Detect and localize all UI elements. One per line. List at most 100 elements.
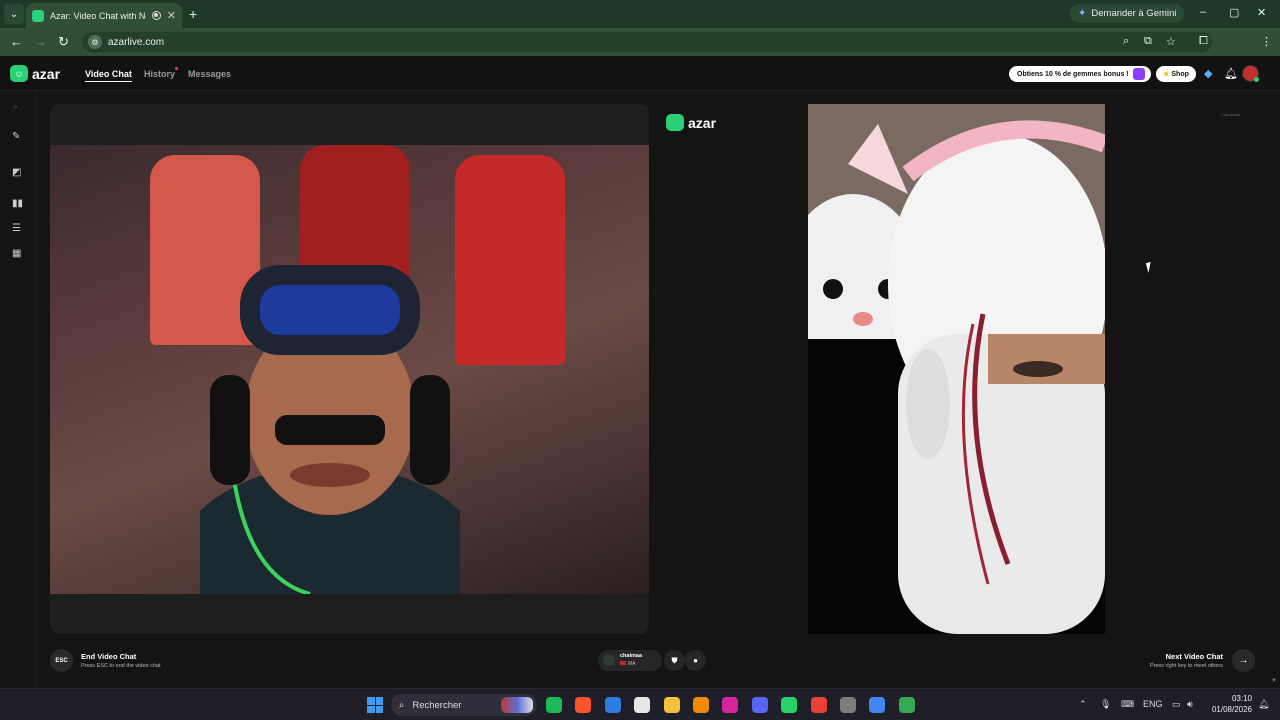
maximize-button[interactable]: ▢ xyxy=(1229,6,1239,19)
end-chat-hint: Press ESC to end the video chat xyxy=(81,663,161,669)
chrome-3-icon[interactable] xyxy=(898,697,915,713)
instagram-icon[interactable] xyxy=(722,697,739,713)
language-indicator[interactable]: ENG xyxy=(1143,699,1163,709)
microphone-icon[interactable]: 🎙︎ xyxy=(1100,699,1111,710)
browser-menu-icon[interactable]: ⋮ xyxy=(1261,35,1272,48)
browser-tab-strip: ⌄ Azar: Video Chat with New ✕ + ✦ Demand… xyxy=(0,0,1280,28)
peer-profile-chip[interactable]: chaimaa MA xyxy=(598,650,662,671)
spotify-icon[interactable] xyxy=(546,697,562,713)
scroll-down-arrow-icon[interactable]: ▼ xyxy=(1271,678,1277,684)
back-icon[interactable]: ← xyxy=(10,34,23,49)
peer-country: MA xyxy=(620,661,636,667)
azar-logo[interactable]: ☺ azar xyxy=(10,65,60,82)
clock-time: 03:10 xyxy=(1231,694,1252,703)
magic-wand-icon[interactable]: ✎ xyxy=(12,131,20,142)
reload-icon[interactable]: ↻ xyxy=(58,34,69,50)
end-chat-button[interactable]: ESC xyxy=(50,649,73,672)
opera-icon[interactable] xyxy=(840,697,856,713)
morocco-flag-icon xyxy=(620,661,626,665)
chat-bubble-icon: ● xyxy=(693,656,698,665)
next-chat-title: Next Video Chat xyxy=(1165,652,1223,661)
shield-app-icon[interactable] xyxy=(604,697,621,713)
shop-label: Shop xyxy=(1171,70,1189,78)
discord-icon[interactable] xyxy=(751,697,768,713)
self-video-panel xyxy=(50,104,649,634)
search-highlight-image xyxy=(501,697,533,713)
cast-icon[interactable]: ⧉ xyxy=(1144,35,1152,48)
end-chat-title: End Video Chat xyxy=(81,652,137,661)
nav-video-chat[interactable]: Video Chat xyxy=(85,69,132,82)
left-toolbar: » ✎ ◩ ▮▮ ☰ ▦ xyxy=(0,91,36,688)
show-hidden-icons[interactable]: ⌃ xyxy=(1079,699,1087,710)
volume-icon[interactable]: 🔊︎ xyxy=(1187,699,1193,710)
history-notification-dot xyxy=(175,67,178,70)
url-text: azarlive.com xyxy=(108,36,165,48)
gemini-icon: ✦ xyxy=(1078,8,1087,19)
bell-icon[interactable]: 🔔︎ xyxy=(1224,67,1238,80)
chrome-icon[interactable] xyxy=(810,697,827,713)
shop-button[interactable]: ★ Shop xyxy=(1156,66,1196,82)
nav-messages[interactable]: Messages xyxy=(188,69,231,79)
taskbar-search[interactable]: ⌕ Rechercher xyxy=(391,694,537,716)
report-button[interactable]: ⛊ xyxy=(664,650,685,671)
forward-icon[interactable]: → xyxy=(34,34,47,49)
url-field[interactable]: ⚙ azarlive.com xyxy=(82,32,1212,52)
chrome-2-icon[interactable] xyxy=(869,697,886,713)
taskbar-search-icon: ⌕ xyxy=(399,699,405,711)
notifications-icon[interactable]: 🔔︎ xyxy=(1258,699,1269,710)
peer-avatar xyxy=(603,654,615,666)
gemini-button[interactable]: ✦ Demander à Gemini xyxy=(1070,4,1185,23)
clock-date: 01/08/2026 xyxy=(1211,705,1252,714)
shop-star-icon: ★ xyxy=(1163,71,1170,78)
user-avatar[interactable] xyxy=(1242,65,1259,82)
layout-grid-icon[interactable]: ▦ xyxy=(12,248,21,259)
app-header: ☺ azar Video Chat History Messages Obtie… xyxy=(0,56,1280,91)
layout-side-by-side-icon[interactable]: ▮▮ xyxy=(12,198,23,209)
edit-icon[interactable]: ◩ xyxy=(12,167,21,178)
remote-status-label: Connected xyxy=(1221,112,1241,117)
next-chat-hint: Press right key to meet others xyxy=(1149,663,1223,669)
store-icon[interactable] xyxy=(634,697,651,713)
expand-rail-icon[interactable]: » xyxy=(13,102,17,111)
azar-logo-text: azar xyxy=(32,65,61,82)
windows-taskbar: ⌕ Rechercher ⌃ 🎙︎ ⌨ ENG ▭ 🔊︎ 03:10 01/08… xyxy=(0,688,1280,720)
site-info-icon[interactable]: ⚙ xyxy=(88,35,102,49)
peer-country-code: MA xyxy=(628,661,636,667)
self-camera-feed xyxy=(50,145,649,594)
taskbar-search-placeholder: Rechercher xyxy=(412,699,462,711)
tab-list-button[interactable]: ⌄ xyxy=(4,4,24,24)
windows-start-icon[interactable] xyxy=(367,697,383,713)
recording-icon xyxy=(151,11,161,20)
next-chat-button[interactable]: → xyxy=(1232,649,1255,672)
shield-icon: ⛊ xyxy=(671,655,678,665)
tab-title: Azar: Video Chat with New xyxy=(50,10,146,21)
vlc-icon[interactable] xyxy=(693,697,709,713)
taskbar-clock[interactable]: 03:10 01/08/2026 xyxy=(1206,693,1252,715)
bookmark-star-icon[interactable]: ☆ xyxy=(1166,35,1176,48)
new-tab-button[interactable]: + xyxy=(189,6,197,22)
azar-watermark-icon xyxy=(666,114,684,131)
keyboard-icon[interactable]: ⌨ xyxy=(1121,699,1134,710)
gem-bonus-promo[interactable]: Obtiens 10 % de gemmes bonus ! xyxy=(1009,66,1151,82)
chat-button[interactable]: ● xyxy=(685,650,706,671)
peer-name: chaimaa xyxy=(620,653,643,659)
nav-history[interactable]: History xyxy=(144,69,175,79)
extensions-icon[interactable]: ⧠ xyxy=(1199,35,1208,48)
close-tab-icon[interactable]: ✕ xyxy=(167,9,176,22)
gift-icon xyxy=(1133,68,1145,80)
brave-icon[interactable] xyxy=(575,697,592,713)
gemini-label: Demander à Gemini xyxy=(1091,8,1177,19)
promo-text: Obtiens 10 % de gemmes bonus ! xyxy=(1017,70,1129,78)
gem-icon[interactable]: ◆ xyxy=(1204,67,1212,80)
zoom-icon[interactable]: ⌕ xyxy=(1123,35,1129,48)
whatsapp-icon[interactable] xyxy=(781,697,798,713)
browser-tab[interactable]: Azar: Video Chat with New ✕ xyxy=(26,3,182,28)
azar-favicon-icon xyxy=(32,9,44,22)
minimize-button[interactable]: – xyxy=(1200,6,1206,18)
network-icon[interactable]: ▭ xyxy=(1172,699,1181,710)
close-window-button[interactable]: ✕ xyxy=(1257,6,1266,19)
shirt-decor xyxy=(455,155,565,365)
layout-stacked-icon[interactable]: ☰ xyxy=(12,223,21,234)
file-explorer-icon[interactable] xyxy=(663,697,680,713)
azar-watermark: azar xyxy=(666,114,716,131)
